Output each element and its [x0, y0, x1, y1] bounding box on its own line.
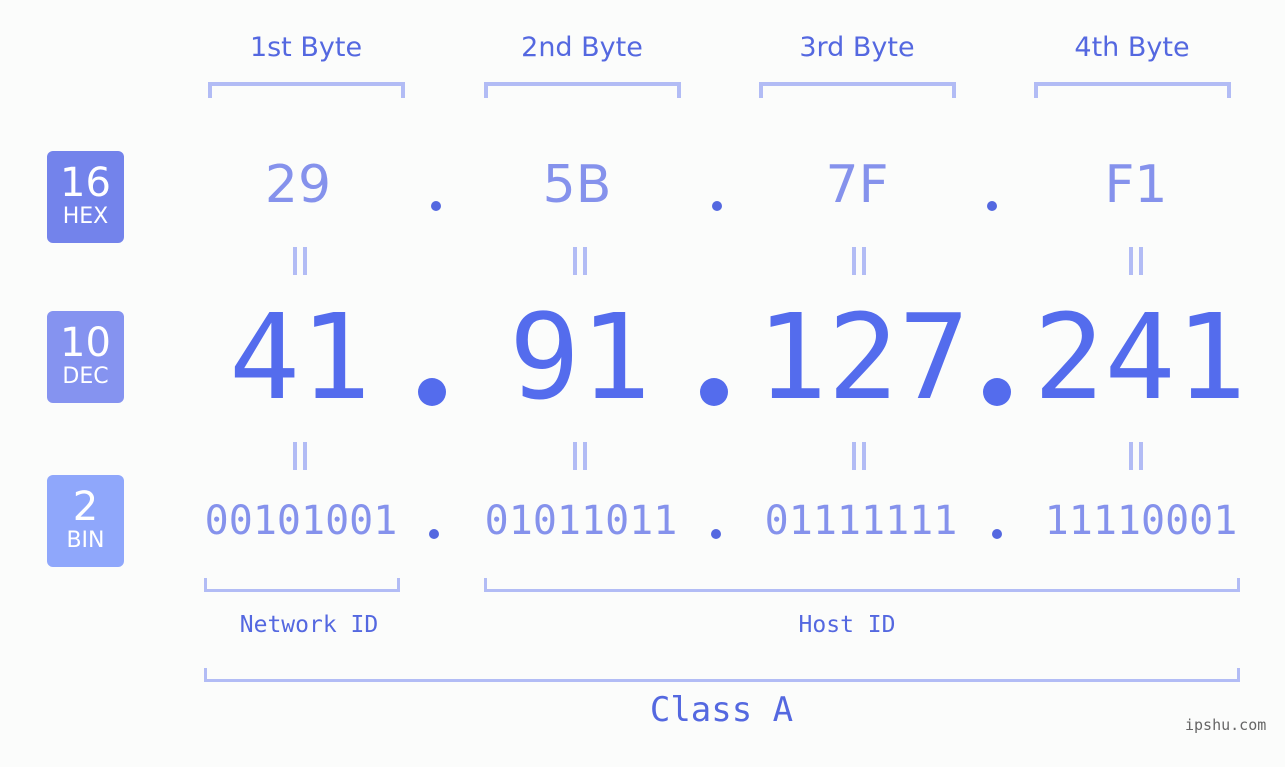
bin-badge-number: 2 — [72, 484, 99, 530]
dec-separator-dot — [418, 378, 446, 406]
dec-octet-4: 241 — [1033, 288, 1247, 426]
hex-separator-dot — [987, 201, 997, 211]
class-bracket — [204, 668, 1240, 682]
dec-badge: 10 DEC — [47, 311, 124, 403]
watermark: ipshu.com — [1185, 716, 1267, 734]
equals-icon — [1127, 442, 1145, 470]
equals-icon — [850, 247, 868, 275]
hex-badge-label: HEX — [62, 204, 109, 229]
hex-separator-dot — [712, 201, 722, 211]
bin-octet-3: 01111111 — [764, 498, 958, 544]
host-id-label: Host ID — [798, 612, 896, 638]
equals-icon — [571, 247, 589, 275]
byte-bracket-2 — [484, 82, 681, 98]
hex-octet-4: F1 — [1104, 155, 1168, 215]
hex-octet-3: 7F — [825, 155, 889, 215]
bin-octet-4: 11110001 — [1044, 498, 1238, 544]
dec-badge-label: DEC — [62, 364, 109, 389]
hex-badge: 16 HEX — [47, 151, 124, 243]
equals-icon — [571, 442, 589, 470]
bin-badge: 2 BIN — [47, 475, 124, 567]
dec-octet-3: 127 — [756, 288, 970, 426]
equals-icon — [850, 442, 868, 470]
dec-badge-number: 10 — [60, 320, 111, 366]
byte-label-1: 1st Byte — [249, 32, 363, 63]
dec-octet-1: 41 — [228, 288, 372, 426]
network-id-label: Network ID — [239, 612, 379, 638]
bin-separator-dot — [711, 529, 721, 539]
bin-octet-1: 00101001 — [204, 498, 398, 544]
equals-icon — [1127, 247, 1145, 275]
bin-separator-dot — [992, 529, 1002, 539]
dec-separator-dot — [700, 378, 728, 406]
byte-label-4: 4th Byte — [1074, 32, 1190, 63]
hex-badge-number: 16 — [60, 160, 111, 206]
bin-octet-2: 01011011 — [484, 498, 678, 544]
dec-separator-dot — [983, 378, 1011, 406]
hex-octet-1: 29 — [264, 155, 332, 215]
equals-icon — [291, 247, 309, 275]
bin-separator-dot — [429, 529, 439, 539]
host-id-bracket — [484, 578, 1240, 592]
byte-label-3: 3rd Byte — [799, 32, 915, 63]
bin-badge-label: BIN — [66, 528, 105, 553]
equals-icon — [291, 442, 309, 470]
byte-label-2: 2nd Byte — [521, 32, 643, 63]
byte-bracket-4 — [1034, 82, 1231, 98]
hex-octet-2: 5B — [542, 155, 612, 215]
hex-separator-dot — [431, 201, 441, 211]
dec-octet-2: 91 — [508, 288, 652, 426]
network-id-bracket — [204, 578, 400, 592]
class-label: Class A — [649, 690, 794, 730]
byte-bracket-3 — [759, 82, 956, 98]
byte-bracket-1 — [208, 82, 405, 98]
